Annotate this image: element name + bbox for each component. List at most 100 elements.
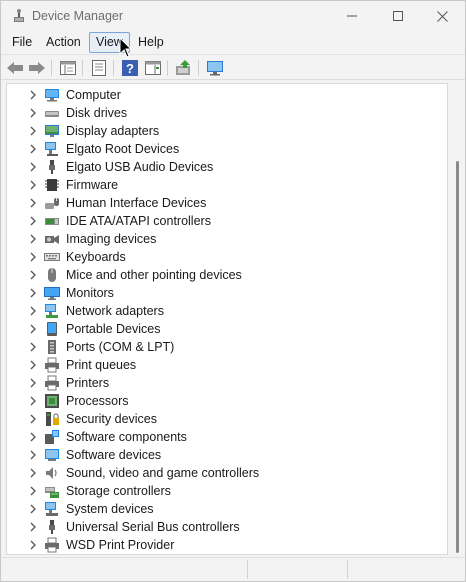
update-driver-button[interactable] (174, 58, 194, 78)
chevron-right-icon[interactable] (27, 107, 39, 119)
chevron-right-icon[interactable] (27, 197, 39, 209)
mouse-cursor-icon (119, 37, 133, 58)
tree-row-human-interface-devices[interactable]: Human Interface Devices (7, 194, 447, 212)
back-button[interactable] (5, 58, 25, 78)
mouse-icon (48, 268, 56, 282)
tree-row-label: Mice and other pointing devices (66, 268, 242, 282)
show-hide-console-tree-icon (60, 61, 76, 75)
tree-row-firmware[interactable]: Firmware (7, 176, 447, 194)
toolbar-separator (167, 60, 168, 76)
chevron-right-icon[interactable] (27, 485, 39, 497)
tree-row-label: Imaging devices (66, 232, 157, 246)
usb-icon (49, 520, 55, 534)
properties-button[interactable] (89, 58, 109, 78)
tree-row-display-adapters[interactable]: Display adapters (7, 122, 447, 140)
tree-row-print-queues[interactable]: Print queues (7, 356, 447, 374)
chevron-right-icon[interactable] (27, 467, 39, 479)
tree-row-keyboards[interactable]: Keyboards (7, 248, 447, 266)
vertical-scrollbar[interactable] (450, 83, 465, 555)
chevron-right-icon[interactable] (27, 449, 39, 461)
maximize-button[interactable] (375, 1, 421, 31)
close-button[interactable] (419, 1, 465, 31)
menu-file[interactable]: File (6, 32, 38, 53)
tree-row-label: Software components (66, 430, 187, 444)
tree-row-software-components[interactable]: Software components (7, 428, 447, 446)
printer-icon (45, 375, 59, 391)
properties-icon (92, 60, 106, 76)
tree-row-label: Firmware (66, 178, 119, 192)
menu-action[interactable]: Action (40, 32, 87, 53)
chevron-right-icon[interactable] (27, 431, 39, 443)
tree-row-ide-ata-atapi-controllers[interactable]: IDE ATA/ATAPI controllers (7, 212, 447, 230)
tree-row-sound-video-and-game-controllers[interactable]: Sound, video and game controllers (7, 464, 447, 482)
chevron-right-icon[interactable] (27, 521, 39, 533)
toolbar: ? (1, 54, 465, 80)
chevron-right-icon[interactable] (27, 395, 39, 407)
tree-row-printers[interactable]: Printers (7, 374, 447, 392)
help-button[interactable]: ? (120, 58, 140, 78)
device-tree[interactable]: Computer Disk drives Display adapters El… (6, 83, 448, 555)
storage-controller-icon (45, 487, 59, 498)
tree-row-elgato-usb-audio-devices[interactable]: Elgato USB Audio Devices (7, 158, 447, 176)
chevron-right-icon[interactable] (27, 413, 39, 425)
chevron-right-icon[interactable] (27, 125, 39, 137)
chevron-right-icon[interactable] (27, 179, 39, 191)
tree-row-security-devices[interactable]: Security devices (7, 410, 447, 428)
chevron-right-icon[interactable] (27, 359, 39, 371)
chevron-right-icon[interactable] (27, 503, 39, 515)
chevron-right-icon[interactable] (27, 251, 39, 263)
minimize-button[interactable] (329, 1, 375, 31)
tree-row-label: Monitors (66, 286, 114, 300)
tree-row-system-devices[interactable]: System devices (7, 500, 447, 518)
tree-row-software-devices[interactable]: Software devices (7, 446, 447, 464)
scrollbar-thumb[interactable] (456, 161, 459, 553)
chevron-right-icon[interactable] (27, 161, 39, 173)
window-title: Device Manager (32, 9, 124, 23)
menu-bar: File Action View Help (1, 31, 465, 53)
chevron-right-icon[interactable] (27, 233, 39, 245)
show-hide-console-tree-button[interactable] (58, 58, 78, 78)
menu-help[interactable]: Help (132, 32, 170, 53)
chevron-right-icon[interactable] (27, 143, 39, 155)
forward-button[interactable] (27, 58, 47, 78)
chevron-right-icon[interactable] (27, 215, 39, 227)
printer-icon (45, 357, 59, 373)
chevron-right-icon[interactable] (27, 305, 39, 317)
tree-row-mice-and-other-pointing-devices[interactable]: Mice and other pointing devices (7, 266, 447, 284)
tree-row-label: Printers (66, 376, 110, 390)
title-bar[interactable]: Device Manager (1, 1, 465, 31)
chevron-right-icon[interactable] (27, 269, 39, 281)
tree-row-wsd-print-provider[interactable]: WSD Print Provider (7, 536, 447, 554)
software-component-icon (45, 430, 59, 444)
chevron-right-icon[interactable] (27, 323, 39, 335)
tree-row-universal-serial-bus-controllers[interactable]: Universal Serial Bus controllers (7, 518, 447, 536)
toolbar-separator (51, 60, 52, 76)
tree-row-label: Security devices (66, 412, 158, 426)
chevron-right-icon[interactable] (27, 539, 39, 551)
tree-row-portable-devices[interactable]: Portable Devices (7, 320, 447, 338)
tree-row-network-adapters[interactable]: Network adapters (7, 302, 447, 320)
tree-row-elgato-root-devices[interactable]: Elgato Root Devices (7, 140, 447, 158)
tree-row-computer[interactable]: Computer (7, 86, 447, 104)
tree-row-storage-controllers[interactable]: Storage controllers (7, 482, 447, 500)
tree-row-monitors[interactable]: Monitors (7, 284, 447, 302)
close-icon (436, 10, 448, 22)
action-pane-button[interactable] (143, 58, 163, 78)
tree-row-processors[interactable]: Processors (7, 392, 447, 410)
chevron-right-icon[interactable] (27, 89, 39, 101)
status-bar (1, 557, 465, 581)
display-adapter-icon (45, 125, 59, 137)
chevron-right-icon[interactable] (27, 341, 39, 353)
forward-arrow-icon (29, 62, 45, 74)
status-bar-segment (347, 560, 465, 579)
tree-row-ports-com-lpt[interactable]: Ports (COM & LPT) (7, 338, 447, 356)
software-device-icon (45, 449, 59, 461)
chevron-right-icon[interactable] (27, 287, 39, 299)
tree-row-label: Elgato Root Devices (66, 142, 180, 156)
chevron-right-icon[interactable] (27, 377, 39, 389)
scan-hardware-changes-button[interactable] (205, 58, 225, 78)
tree-row-imaging-devices[interactable]: Imaging devices (7, 230, 447, 248)
status-bar-segment (247, 560, 347, 579)
system-device-icon (45, 502, 58, 516)
tree-row-disk-drives[interactable]: Disk drives (7, 104, 447, 122)
